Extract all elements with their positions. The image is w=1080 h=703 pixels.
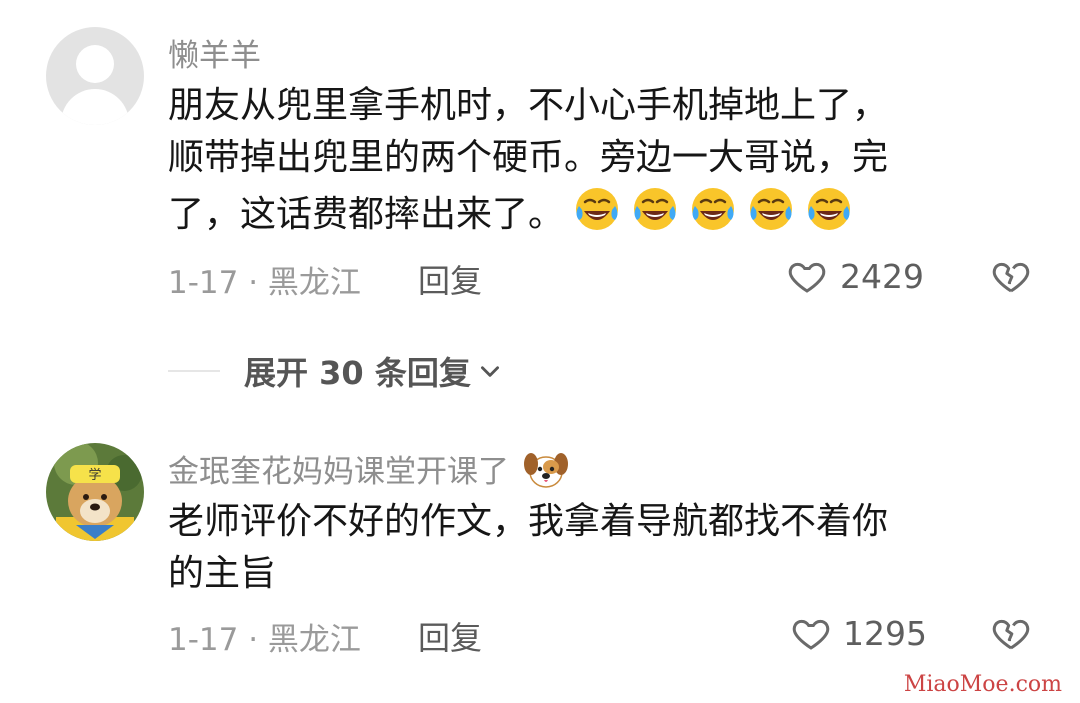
broken-heart-icon[interactable] xyxy=(990,613,1032,653)
like-count: 1295 xyxy=(843,614,927,653)
divider-line xyxy=(168,370,220,372)
comment-text-fragment: 了，这话费都摔出来了。 xyxy=(168,194,565,235)
expand-replies-button[interactable]: 展开 30 条回复 xyxy=(168,346,503,396)
comment-text-line: 老师评价不好的作文，我拿着导航都找不着你 xyxy=(168,501,889,542)
chevron-down-icon xyxy=(480,366,499,377)
comment-text: 老师评价不好的作文，我拿着导航都找不着你 的主旨 xyxy=(168,496,1018,600)
emoji-row xyxy=(564,188,854,235)
dog-emoji-icon xyxy=(523,453,568,488)
comment-text-line: 顺带掉出兜里的两个硬币。旁边一大哥说，完 xyxy=(168,137,889,178)
avatar[interactable]: 学 xyxy=(46,443,144,541)
reply-button[interactable]: 回复 xyxy=(418,256,482,302)
comment-text-line: 了，这话费都摔出来了。 xyxy=(168,184,1018,241)
laughing-crying-emoji-icon xyxy=(808,188,851,230)
laughing-crying-emoji-icon xyxy=(692,188,735,230)
dog-avatar-icon: 学 xyxy=(46,443,144,541)
watermark: MiaoMoe.com xyxy=(903,672,1062,697)
default-avatar-icon xyxy=(76,45,114,83)
avatar[interactable] xyxy=(46,27,144,125)
broken-heart-icon[interactable] xyxy=(990,256,1032,296)
comment-date-location: 1-17 · 黑龙江 xyxy=(168,265,361,301)
like-count: 2429 xyxy=(840,257,924,296)
username[interactable]: 懒羊羊 xyxy=(168,30,261,75)
reply-button[interactable]: 回复 xyxy=(418,613,482,659)
comment-text: 朋友从兜里拿手机时，不小心手机掉地上了， 顺带掉出兜里的两个硬币。旁边一大哥说，… xyxy=(168,80,1018,241)
laughing-crying-emoji-icon xyxy=(576,188,619,230)
expand-replies-label: 展开 30 条回复 xyxy=(244,354,471,392)
laughing-crying-emoji-icon xyxy=(634,188,677,230)
username[interactable]: 金珉奎花妈妈课堂开课了 xyxy=(168,446,569,491)
comment-date-location: 1-17 · 黑龙江 xyxy=(168,622,361,658)
laughing-crying-emoji-icon xyxy=(750,188,793,230)
heart-icon[interactable] xyxy=(786,256,828,296)
comment-text-line: 的主旨 xyxy=(168,553,277,594)
svg-text:学: 学 xyxy=(88,467,101,483)
comment-text-line: 朋友从兜里拿手机时，不小心手机掉地上了， xyxy=(168,85,889,126)
heart-icon[interactable] xyxy=(790,613,832,653)
